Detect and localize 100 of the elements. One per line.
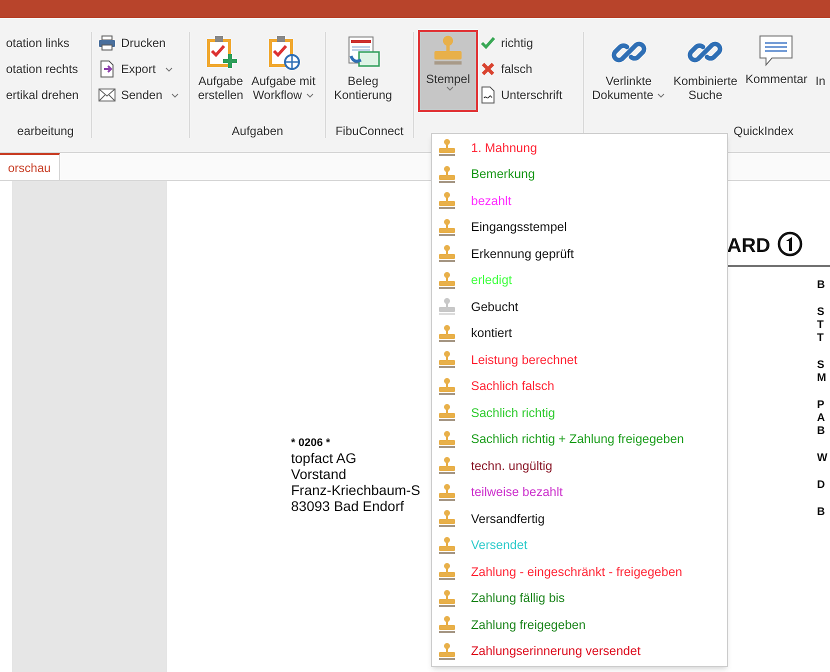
- stamp-icon: [437, 588, 457, 609]
- menu-item[interactable]: Zahlung fällig bis: [432, 586, 727, 612]
- ribbon-button[interactable]: Kombinierte Suche: [671, 32, 740, 104]
- stamp-icon: [437, 642, 457, 662]
- stamp-label: Gebucht: [471, 298, 518, 316]
- ribbon-button[interactable]: Unterschrift: [480, 85, 562, 105]
- ribbon-button[interactable]: falsch: [480, 59, 562, 79]
- stamp-label: Versendet: [471, 537, 528, 554]
- letter-fragment: M: [817, 372, 828, 385]
- ribbon-button[interactable]: Verlinkte Dokumente: [590, 32, 668, 104]
- menu-item[interactable]: Zahlung freigegeben: [432, 612, 727, 638]
- letter-fragment: A: [817, 412, 826, 425]
- ribbon-button[interactable]: Aufgabe mit Workflow: [249, 32, 318, 104]
- clipboard-globe-icon: [266, 34, 300, 70]
- group-label: Aufgaben: [230, 124, 284, 138]
- menu-item[interactable]: Zahlung - eingeschränkt - freigegeben: [432, 559, 727, 586]
- menu-item[interactable]: kontiert: [432, 320, 727, 347]
- stamp-label: Zahlungserinnerung versendet: [471, 643, 641, 660]
- stamp-icon: [437, 536, 457, 556]
- letter-fragment: B: [817, 279, 826, 292]
- stamp-label: techn. ungültig: [471, 458, 552, 475]
- stamp-label: Bemerkung: [471, 166, 535, 184]
- stamp-icon: [437, 324, 457, 344]
- logo-text: ARD: [727, 234, 770, 259]
- letter-fragment: W: [817, 452, 828, 465]
- stamp-label: bezahlt: [471, 192, 512, 210]
- stamp-icon: [437, 350, 457, 370]
- stamp-label: Sachlich falsch: [471, 378, 554, 396]
- ribbon-button[interactable]: In: [813, 32, 828, 90]
- menu-item[interactable]: Gebucht: [432, 294, 727, 320]
- cross-icon: [480, 61, 496, 77]
- letter-fragment: B: [817, 425, 826, 438]
- menu-item[interactable]: 1. Mahnung: [432, 135, 727, 162]
- ribbon-button[interactable]: otation links: [6, 33, 79, 53]
- ribbon-button[interactable]: Drucken: [98, 33, 180, 53]
- letter-fragment: S: [817, 306, 826, 319]
- letter-fragment: T: [817, 319, 825, 332]
- menu-item[interactable]: Erkennung geprüft: [432, 241, 727, 268]
- address-line: Franz-Kriechbaum-S: [291, 482, 420, 498]
- ribbon-button[interactable]: Aufgabe erstellen: [196, 32, 246, 104]
- chevron-icon: [446, 86, 454, 91]
- stamp-label: 1. Mahnung: [471, 140, 538, 157]
- stamp-icon: [437, 482, 457, 503]
- menu-item[interactable]: techn. ungültig: [432, 453, 727, 480]
- ribbon-button[interactable]: otation rechts: [6, 59, 79, 79]
- stamp-icon: [437, 376, 457, 397]
- stamp-icon: [437, 244, 457, 264]
- stamp-label: Zahlung fällig bis: [471, 590, 565, 608]
- chevron-icon: [657, 93, 666, 98]
- ribbon-button[interactable]: Kommentar: [743, 32, 810, 88]
- ribbon-button[interactable]: richtig: [480, 33, 562, 53]
- group-label: earbeitung: [16, 124, 75, 138]
- stamp-label: Zahlung freigegeben: [471, 616, 586, 634]
- ribbon-button[interactable]: Senden: [98, 85, 180, 105]
- printer-icon: [98, 35, 116, 51]
- stamp-icon: [437, 270, 457, 291]
- stamp-icon: [437, 562, 457, 582]
- chevron-icon: [306, 93, 314, 98]
- ribbon-button[interactable]: Export: [98, 59, 180, 79]
- check-icon: [480, 36, 496, 50]
- stamp-icon: [437, 164, 457, 185]
- letter-fragment: B: [817, 506, 826, 519]
- stamp-label: Sachlich richtig + Zahlung freigegeben: [471, 431, 684, 448]
- stamp-icon: [437, 615, 457, 636]
- stamp-icon: [437, 509, 457, 530]
- stamp-label: Zahlung - eingeschränkt - freigegeben: [471, 564, 682, 581]
- stamp-icon: [437, 456, 457, 476]
- stamp-icon: [437, 430, 457, 450]
- address-line: 83093 Bad Endorf: [291, 498, 405, 514]
- ribbon-button[interactable]: Beleg Kontierung: [332, 32, 394, 104]
- letter-fragment: T: [817, 332, 825, 345]
- chevron-icon: [171, 92, 180, 98]
- ribbon-button[interactable]: ertikal drehen: [6, 85, 79, 105]
- stamp-icon: [437, 297, 457, 318]
- logo-icon: [777, 231, 803, 257]
- envelope-icon: [98, 88, 116, 102]
- menu-item[interactable]: Leistung berechnet: [432, 347, 727, 374]
- menu-item[interactable]: Sachlich falsch: [432, 374, 727, 400]
- stamp-label: teilweise bezahlt: [471, 484, 563, 502]
- stamp-label: Sachlich richtig: [471, 404, 556, 422]
- signature-document-icon: [480, 86, 496, 104]
- stamp-label: Erkennung geprüft: [471, 246, 574, 263]
- menu-item[interactable]: Bemerkung: [432, 162, 727, 188]
- address-line: topfact AG: [291, 450, 358, 466]
- stamp-icon: [437, 138, 457, 158]
- group-label: QuickIndex: [732, 124, 795, 138]
- menu-item[interactable]: Versandfertig: [432, 506, 727, 532]
- menu-item[interactable]: Eingangsstempel: [432, 214, 727, 241]
- address-line: * 0206 *: [291, 437, 332, 450]
- menu-item[interactable]: teilweise bezahlt: [432, 480, 727, 506]
- stamp-label: Leistung berechnet: [471, 352, 578, 369]
- letter-fragment: S: [817, 359, 826, 372]
- comment-icon: [758, 34, 794, 68]
- stamp-icon: [437, 191, 457, 212]
- ribbon-button[interactable]: Stempel: [420, 32, 476, 110]
- stamp-label: Versandfertig: [471, 510, 545, 528]
- stamp-label: erledigt: [471, 272, 512, 290]
- menu-item[interactable]: Zahlungserinnerung versendet: [432, 638, 727, 665]
- letter-fragment: P: [817, 399, 826, 412]
- tab[interactable]: orschau: [0, 153, 60, 180]
